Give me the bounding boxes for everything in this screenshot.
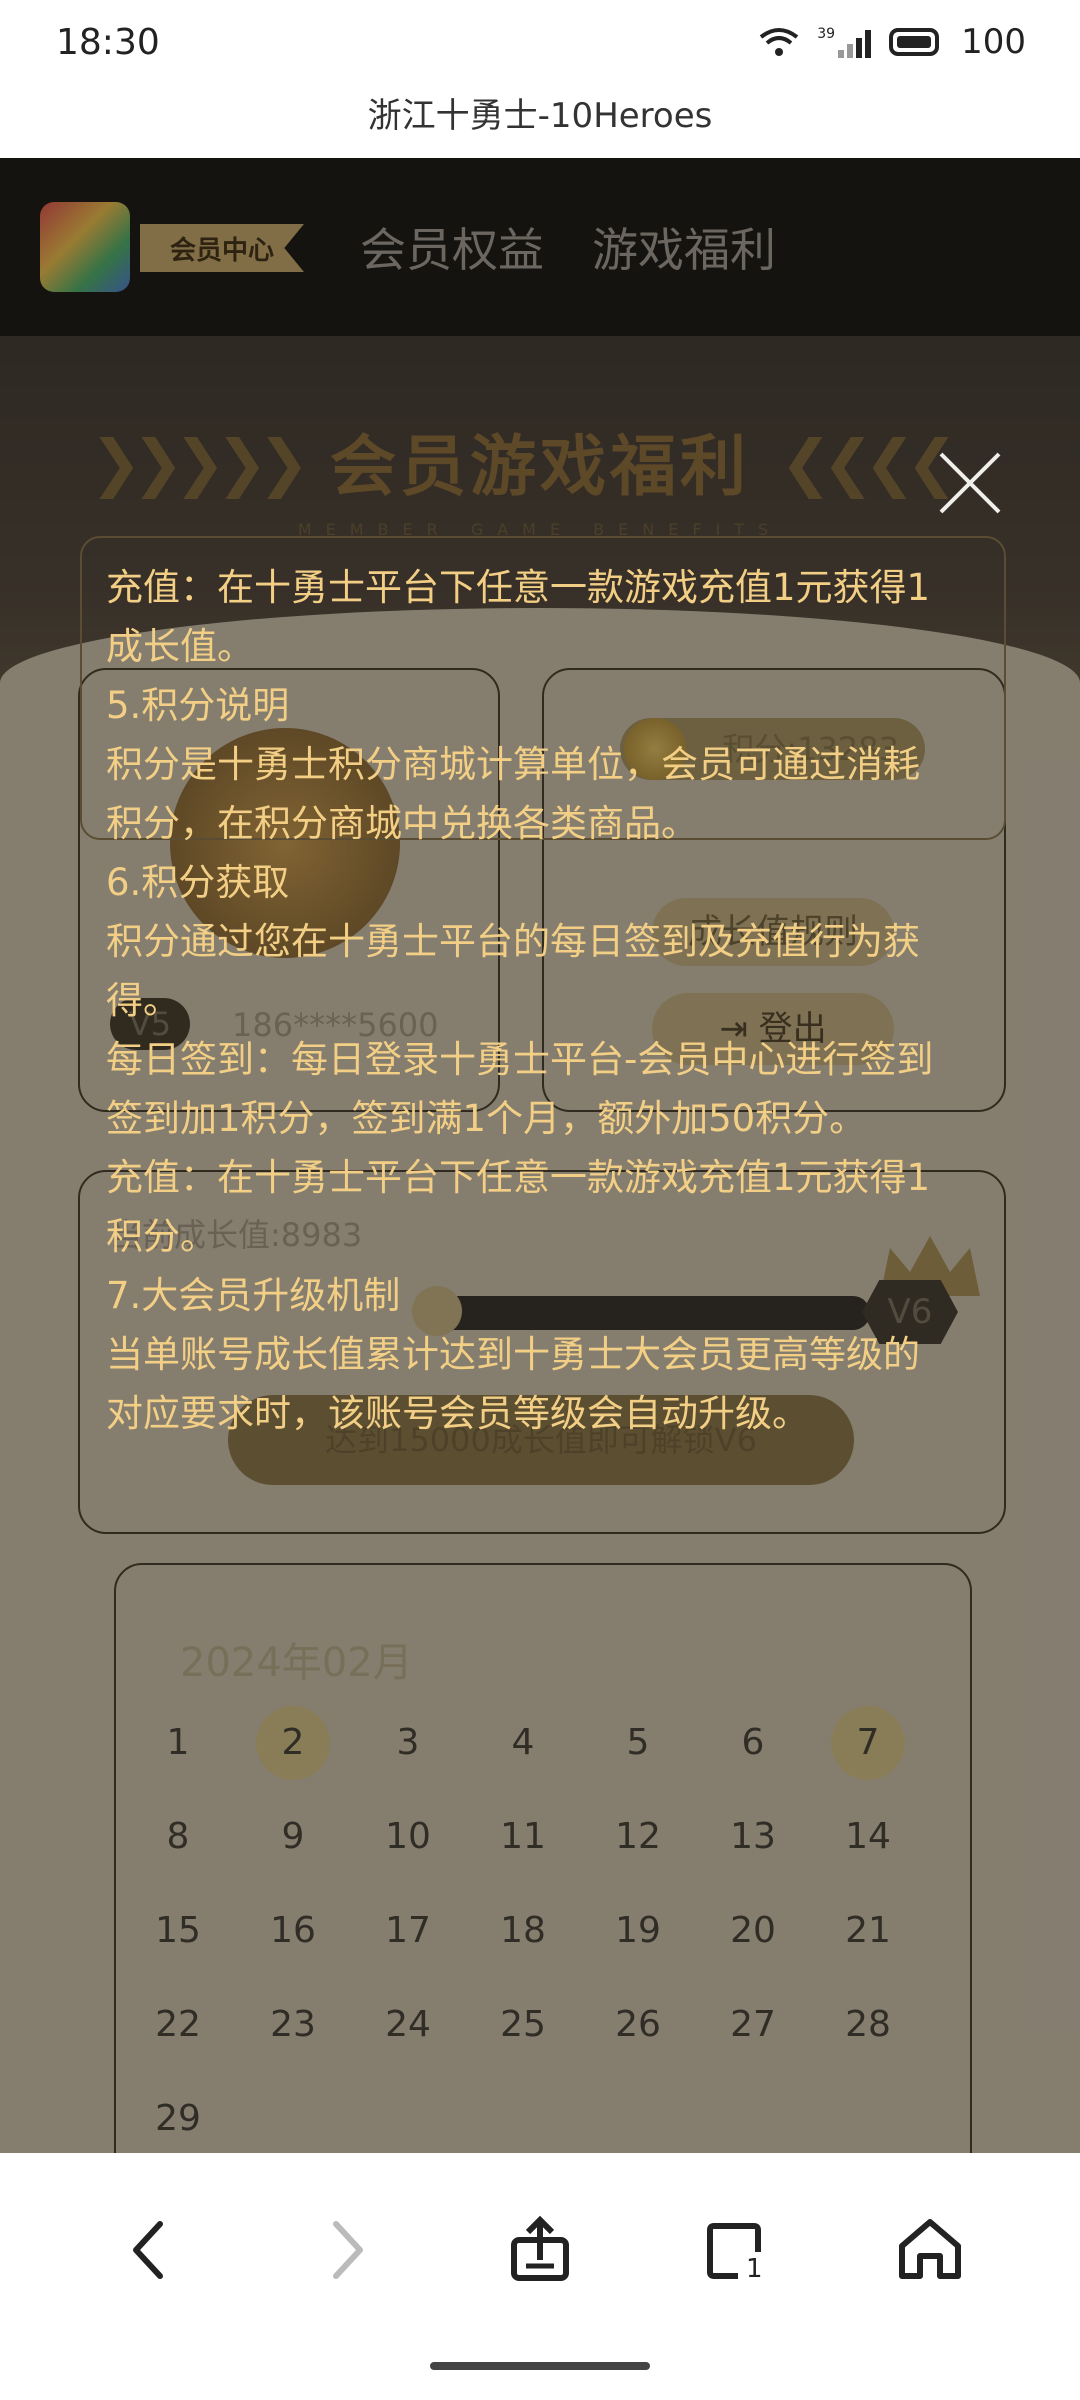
rules-line: 积分通过您在十勇士平台的每日签到及充值行为获 — [106, 920, 920, 963]
rules-line: 每日签到：每日登录十勇士平台-会员中心进行签到 — [106, 1038, 934, 1081]
status-icons: 39 100 — [759, 22, 1026, 62]
rules-line: 对应要求时，该账号会员等级会自动升级。 — [106, 1392, 809, 1435]
tabs-icon[interactable]: 1 — [696, 2210, 776, 2290]
signal-icon: 39 — [817, 26, 872, 58]
forward-icon[interactable] — [306, 2210, 386, 2290]
rules-line: 充值：在十勇士平台下任意一款游戏充值1元获得1 — [106, 566, 931, 609]
battery-icon — [889, 28, 940, 56]
rules-line: 充值：在十勇士平台下任意一款游戏充值1元获得1 — [106, 1156, 931, 1199]
rules-line: 签到加1积分，签到满1个月，额外加50积分。 — [106, 1097, 867, 1140]
tab-count: 1 — [746, 2254, 763, 2284]
battery-level: 100 — [961, 22, 1026, 62]
rules-line: 7.大会员升级机制 — [106, 1274, 401, 1317]
share-icon[interactable] — [500, 2210, 580, 2290]
back-icon[interactable] — [110, 2210, 190, 2290]
web-content: 会员中心 会员权益 游戏福利 ❯❯❯❯❯ ❮❮❮❮ 会员游戏福利 MEMBER … — [0, 158, 1080, 2153]
rules-line: 6.积分获取 — [106, 861, 290, 904]
close-icon[interactable] — [935, 448, 1005, 518]
signal-label: 39 — [817, 26, 836, 42]
rules-line: 当单账号成长值累计达到十勇士大会员更高等级的 — [106, 1333, 920, 1376]
rules-line: 积分，在积分商城中兑换各类商品。 — [106, 802, 698, 845]
gesture-home-indicator[interactable] — [430, 2362, 650, 2370]
rules-line: 成长值。 — [106, 625, 254, 668]
rules-text: 充值：在十勇士平台下任意一款游戏充值1元获得1 成长值。 5.积分说明积分是十勇士积… — [106, 558, 986, 1443]
home-icon[interactable] — [890, 2210, 970, 2290]
rules-line: 积分是十勇士积分商城计算单位，会员可通过消耗 — [106, 743, 920, 786]
page-title: 浙江十勇士-10Heroes — [367, 96, 713, 136]
rules-line: 得。 — [106, 979, 180, 1022]
wifi-icon — [760, 28, 799, 56]
rules-line: 积分。 — [106, 1215, 217, 1258]
status-time: 18:30 — [56, 22, 160, 63]
rules-line: 5.积分说明 — [106, 684, 290, 727]
